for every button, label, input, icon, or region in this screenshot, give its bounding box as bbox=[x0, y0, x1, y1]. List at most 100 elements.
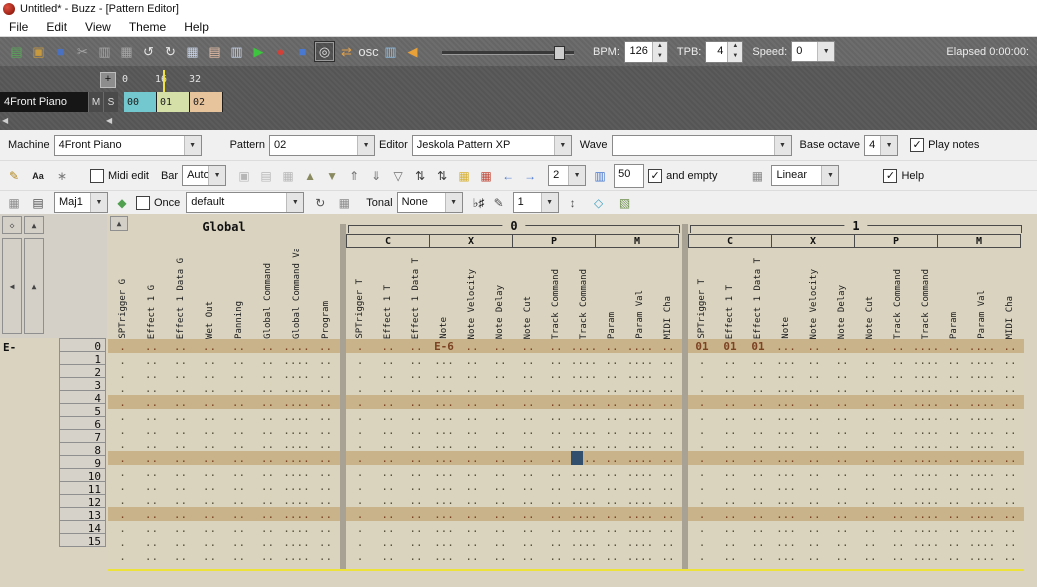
refresh-icon[interactable]: ↻ bbox=[310, 193, 330, 213]
pattern-cell[interactable]: .. bbox=[458, 507, 486, 521]
pattern-cell[interactable]: .. bbox=[996, 339, 1024, 353]
pattern-cell[interactable]: .. bbox=[374, 423, 402, 437]
pattern-cell[interactable]: .. bbox=[542, 367, 570, 381]
pattern-cell[interactable]: .. bbox=[716, 367, 744, 381]
pattern-cell[interactable]: .. bbox=[716, 549, 744, 563]
column-header[interactable]: Program bbox=[311, 249, 340, 339]
column-header[interactable]: MIDI Cha bbox=[654, 249, 682, 339]
pattern-cell[interactable]: .. bbox=[253, 339, 282, 353]
cut-icon[interactable]: ✂ bbox=[72, 41, 93, 62]
subgroup-header-p[interactable]: P bbox=[512, 234, 596, 248]
pattern-cell[interactable]: .. bbox=[224, 507, 253, 521]
pattern-cell[interactable]: .. bbox=[311, 423, 340, 437]
pattern-cell[interactable]: .. bbox=[486, 409, 514, 423]
pattern-cell[interactable]: ... bbox=[772, 535, 800, 549]
hand-icon[interactable]: ◆ bbox=[112, 193, 132, 213]
pattern-cell[interactable]: .... bbox=[282, 353, 311, 367]
pattern-cell[interactable]: .... bbox=[282, 395, 311, 409]
pattern-cell[interactable]: . bbox=[108, 479, 137, 493]
pattern-cell[interactable]: .. bbox=[195, 367, 224, 381]
column-header[interactable]: Note bbox=[430, 249, 458, 339]
column-header[interactable]: Track Command bbox=[570, 249, 598, 339]
chevron-down-icon[interactable]: ▼ bbox=[880, 136, 897, 155]
pattern-cell[interactable]: .. bbox=[137, 521, 166, 535]
pattern-cell[interactable]: .. bbox=[402, 353, 430, 367]
pattern-cell[interactable]: . bbox=[346, 549, 374, 563]
sort-ascending-icon[interactable]: ⇅ bbox=[410, 166, 430, 186]
pattern-cell[interactable]: .. bbox=[486, 395, 514, 409]
pattern-cell[interactable]: .. bbox=[542, 479, 570, 493]
chevron-down-icon[interactable]: ▼ bbox=[90, 193, 107, 212]
pattern-cell[interactable]: .. bbox=[598, 367, 626, 381]
pattern-cell[interactable]: .... bbox=[968, 479, 996, 493]
pattern-cell[interactable]: .. bbox=[195, 535, 224, 549]
chevron-down-icon[interactable]: ▼ bbox=[817, 42, 834, 61]
pattern-cell[interactable]: .. bbox=[224, 437, 253, 451]
pattern-cell[interactable]: .. bbox=[402, 549, 430, 563]
pattern-cell[interactable]: .... bbox=[912, 451, 940, 465]
pattern-cell[interactable]: ... bbox=[772, 423, 800, 437]
pattern-cell[interactable]: .... bbox=[912, 549, 940, 563]
pattern-cell[interactable]: .. bbox=[856, 395, 884, 409]
chevron-down-icon[interactable]: ▼ bbox=[541, 193, 558, 212]
pattern-cell[interactable]: .. bbox=[374, 395, 402, 409]
pattern-cell[interactable]: . bbox=[688, 535, 716, 549]
pattern-cell[interactable]: .... bbox=[626, 479, 654, 493]
pattern-cell[interactable]: .. bbox=[940, 367, 968, 381]
pattern-cell[interactable]: .. bbox=[940, 479, 968, 493]
pattern-cell[interactable]: . bbox=[688, 423, 716, 437]
pattern-cell[interactable]: .. bbox=[884, 367, 912, 381]
subgroup-header-m[interactable]: M bbox=[937, 234, 1021, 248]
pattern-cell[interactable]: .. bbox=[486, 339, 514, 353]
pattern-cell[interactable]: . bbox=[346, 535, 374, 549]
pattern-cell[interactable]: .. bbox=[253, 465, 282, 479]
pattern-cell[interactable]: . bbox=[346, 395, 374, 409]
column-header[interactable]: Note Velocity bbox=[458, 249, 486, 339]
pattern-cell[interactable]: .. bbox=[486, 479, 514, 493]
pattern-cell[interactable]: .. bbox=[654, 535, 682, 549]
step-select[interactable]: 2 ▼ bbox=[548, 165, 586, 186]
pattern-cell[interactable]: .. bbox=[654, 437, 682, 451]
pattern-cell[interactable]: .. bbox=[996, 549, 1024, 563]
pattern-cell[interactable]: . bbox=[688, 409, 716, 423]
pattern-cell[interactable]: . bbox=[346, 479, 374, 493]
scroll-left2-icon[interactable]: ◀ bbox=[106, 116, 112, 125]
pattern-cell[interactable]: .. bbox=[458, 493, 486, 507]
sequence-pattern-cell[interactable]: 01 bbox=[157, 92, 190, 112]
brush-icon[interactable]: ✎ bbox=[4, 166, 24, 186]
pattern-cell[interactable]: .... bbox=[570, 549, 598, 563]
open-file-icon[interactable]: ▣ bbox=[28, 41, 49, 62]
paste-merge-icon[interactable]: ▣ bbox=[234, 166, 254, 186]
pattern-cell[interactable]: .. bbox=[716, 409, 744, 423]
pattern-cell[interactable]: .. bbox=[856, 409, 884, 423]
pattern-cell[interactable]: .. bbox=[996, 367, 1024, 381]
pattern-cell[interactable]: .. bbox=[940, 493, 968, 507]
pattern-cell[interactable]: .... bbox=[912, 395, 940, 409]
pattern-cell[interactable]: .. bbox=[224, 367, 253, 381]
pattern-cell[interactable]: .... bbox=[282, 549, 311, 563]
menu-theme[interactable]: Theme bbox=[120, 18, 175, 36]
pattern-cell[interactable]: .. bbox=[800, 549, 828, 563]
pattern-cell[interactable]: .. bbox=[224, 535, 253, 549]
pattern-cell[interactable]: .. bbox=[137, 493, 166, 507]
column-header[interactable]: Panning bbox=[224, 249, 253, 339]
pattern-cell[interactable]: .. bbox=[224, 423, 253, 437]
pattern-cell[interactable]: .. bbox=[654, 395, 682, 409]
column-header[interactable]: Effect 1 Data T bbox=[402, 249, 430, 339]
pattern-cell[interactable]: . bbox=[346, 339, 374, 353]
pattern-cell[interactable]: .. bbox=[542, 549, 570, 563]
pattern-cell[interactable]: .. bbox=[137, 465, 166, 479]
pattern-cell[interactable]: .. bbox=[996, 395, 1024, 409]
pattern-cell[interactable]: .. bbox=[800, 493, 828, 507]
pattern-cell[interactable]: .. bbox=[828, 395, 856, 409]
pattern-cell[interactable]: . bbox=[688, 451, 716, 465]
pattern-cell[interactable]: .... bbox=[912, 479, 940, 493]
settings-icon[interactable]: ∗ bbox=[52, 166, 72, 186]
pattern-cell[interactable]: .... bbox=[968, 423, 996, 437]
pattern-cell[interactable]: .. bbox=[137, 395, 166, 409]
column-header[interactable]: SPTrigger T bbox=[346, 249, 374, 339]
row-number[interactable]: 8 bbox=[59, 442, 106, 456]
pattern-cell[interactable]: .. bbox=[374, 521, 402, 535]
copy-icon[interactable]: ▥ bbox=[94, 41, 115, 62]
pattern-cell[interactable]: .... bbox=[626, 381, 654, 395]
